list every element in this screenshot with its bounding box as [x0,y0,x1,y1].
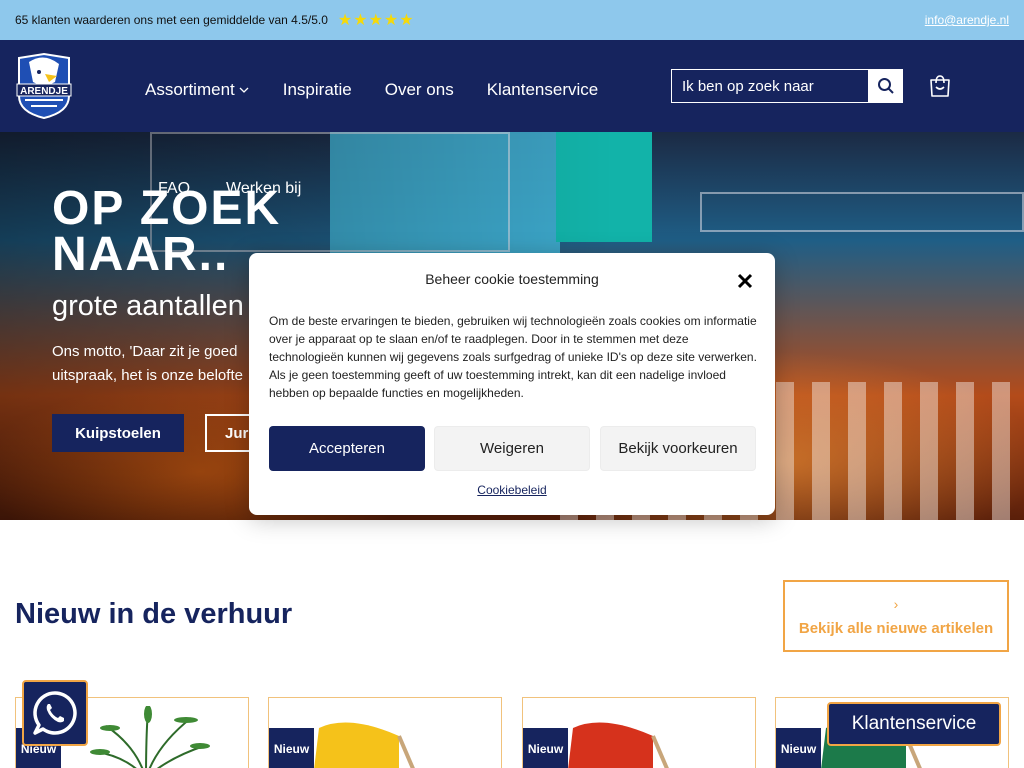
site-header: ARENDJE Assortiment Inspiratie Over ons … [0,40,1024,132]
search-input[interactable]: Ik ben op zoek naar [671,69,869,103]
hero-subtitle: grote aantallen [52,290,244,322]
red-beach-chair-image [568,722,669,768]
eagle-logo-icon: ARENDJE [16,52,72,120]
cart-button[interactable] [928,72,952,98]
nav-item-label: Assortiment [145,80,235,99]
whatsapp-icon [33,691,77,735]
deny-button[interactable]: Weigeren [434,426,590,471]
close-icon [737,273,753,289]
cookie-body: Om de beste ervaringen te bieden, gebrui… [269,314,757,400]
yellow-beach-chair-image [314,722,415,768]
hero-text-line: uitspraak, het is onze belofte [52,367,243,384]
plant-image [90,706,210,768]
view-preferences-button[interactable]: Bekijk voorkeuren [600,426,756,471]
nav-item-over-ons[interactable]: Over ons [385,80,454,100]
email-link[interactable]: info@arendje.nl [925,13,1009,27]
hero-text-line: Ons motto, 'Daar zit je goed [52,343,238,360]
search-bar: Ik ben op zoek naar [671,69,903,103]
nav-item-label: Over ons [384,80,454,99]
search-button[interactable] [869,69,903,103]
rating-summary: 65 klanten waarderen ons met een gemidde… [15,10,415,30]
nav-item-label: Klantenservice [486,80,599,99]
rating-text: 65 klanten waarderen ons met een gemidde… [15,13,328,27]
product-card[interactable]: Nieuw [268,697,502,768]
cookie-policy-link[interactable]: Cookiebeleid [249,483,775,497]
hero-title-line: NAAR.. [52,228,230,281]
search-icon [878,78,894,94]
chevron-down-icon [239,87,249,93]
nav-item-klantenservice[interactable]: Klantenservice [487,80,599,100]
top-bar: 65 klanten waarderen ons met een gemidde… [0,0,1024,40]
cookie-consent-dialog: Beheer cookie toestemming Om de beste er… [249,253,775,515]
logo-text: ARENDJE [20,86,68,97]
hero-title: OP ZOEK NAAR.. [52,182,282,281]
nav-item-inspiratie[interactable]: Inspiratie [283,80,352,100]
hero-text: Ons motto, 'Daar zit je goed uitspraak, … [52,340,272,388]
cookie-title: Beheer cookie toestemming [425,271,599,287]
kuipstoelen-button[interactable]: Kuipstoelen [52,414,184,452]
cart-icon [930,75,950,97]
new-badge: Nieuw [269,728,314,768]
nav-item-label: Inspiratie [282,80,352,99]
nav-item-assortiment[interactable]: Assortiment [145,80,250,100]
klantenservice-button[interactable]: Klantenservice [827,702,1001,746]
product-card[interactable]: Nieuw [522,697,756,768]
logo[interactable]: ARENDJE [15,52,73,120]
chevron-right-icon: › [893,595,899,612]
star-rating-icon: ★★★★★ [337,12,415,29]
main-nav: Assortiment Inspiratie Over ons Klantens… [145,80,598,100]
view-all-label: Bekijk alle nieuwe artikelen [798,619,994,637]
section-title: Nieuw in de verhuur [15,598,293,630]
hero-title-line: OP ZOEK [52,182,282,235]
view-all-new-button[interactable]: › Bekijk alle nieuwe artikelen [783,580,1009,652]
whatsapp-button[interactable] [22,680,88,746]
close-button[interactable] [735,271,755,291]
new-badge: Nieuw [776,728,821,768]
new-badge: Nieuw [523,728,568,768]
accept-button[interactable]: Accepteren [269,426,425,471]
